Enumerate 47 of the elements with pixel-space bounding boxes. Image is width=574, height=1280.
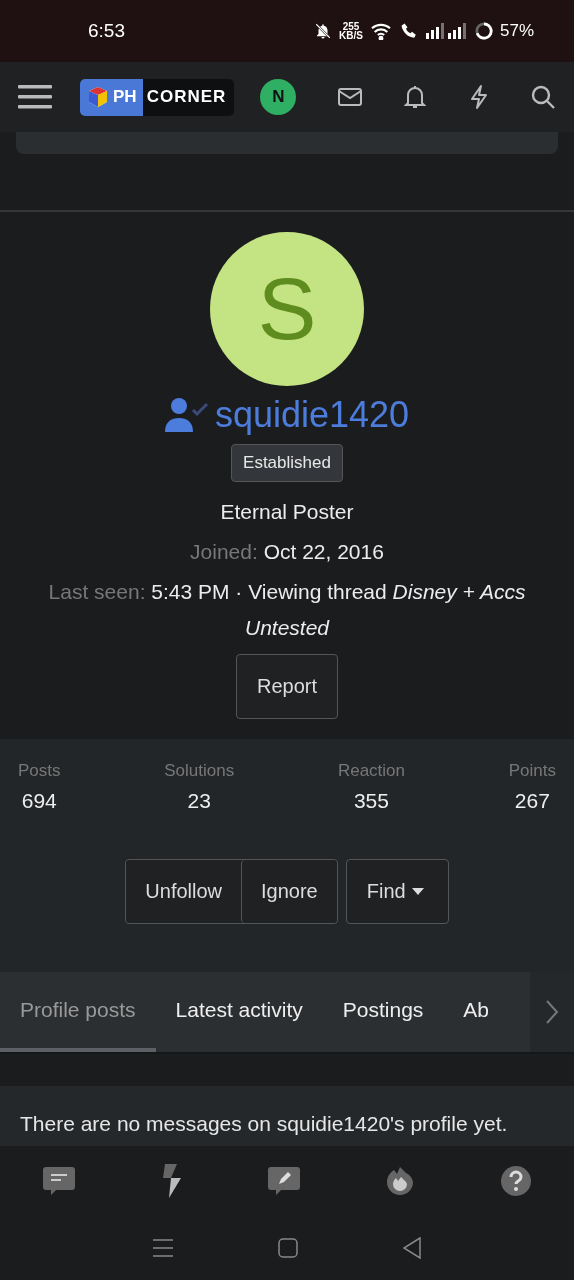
cube-icon: [86, 85, 110, 109]
battery-level: 57%: [499, 21, 534, 41]
stat-value: 694: [21, 789, 57, 813]
wifi-icon: [369, 22, 392, 40]
joined-label: Joined:: [190, 540, 258, 563]
search-icon[interactable]: [530, 84, 556, 110]
network-speed: 255 KB/S: [339, 22, 363, 40]
profile-tab[interactable]: Ab: [443, 972, 510, 1052]
stat-value: 267: [514, 789, 550, 813]
flame-icon[interactable]: [385, 1165, 416, 1197]
find-button[interactable]: Find: [345, 859, 449, 924]
stat-label: Points: [508, 761, 556, 781]
user-title: Eternal Poster: [220, 500, 354, 523]
bell-icon[interactable]: [403, 84, 428, 110]
stat-value: 355: [353, 789, 389, 813]
back-icon[interactable]: [402, 1237, 422, 1259]
home-icon[interactable]: [278, 1238, 298, 1258]
lightning-icon[interactable]: [160, 1164, 183, 1198]
empty-message: There are no messages on squidie1420's profile yet.: [0, 1086, 574, 1146]
report-button[interactable]: Report: [236, 654, 338, 719]
logo-text: CORNER: [145, 87, 228, 107]
chat-icon[interactable]: [42, 1165, 77, 1197]
stat-label: Posts: [18, 761, 61, 781]
profile-tab[interactable]: Postings: [322, 972, 444, 1052]
stat-value: 23: [187, 789, 211, 813]
user-banner: Established: [231, 444, 343, 482]
clock: 6:53: [88, 20, 126, 42]
mail-icon[interactable]: [336, 86, 363, 108]
caret-icon: [411, 888, 424, 895]
action-button[interactable]: Ignore: [241, 860, 337, 923]
battery-ring-icon: [474, 22, 493, 40]
bell-off-icon: [314, 22, 333, 40]
help-icon[interactable]: [499, 1165, 532, 1197]
site-logo[interactable]: PH CORNER: [80, 78, 235, 116]
profile-avatar: S: [210, 232, 364, 386]
profile-tab[interactable]: Latest activity: [155, 972, 323, 1052]
joined-date: Oct 22, 2016: [263, 540, 384, 563]
compose-icon[interactable]: [266, 1165, 301, 1197]
menu-icon[interactable]: [18, 84, 52, 110]
last-seen-text: 5:43 PM · Viewing thread Disney + Accs Untested: [151, 580, 526, 639]
user-avatar[interactable]: N: [260, 79, 297, 115]
signal-icon: [425, 23, 468, 39]
username[interactable]: squidie1420: [214, 394, 410, 436]
stat-label: Reaction: [337, 761, 405, 781]
stat-label: Solutions: [164, 761, 235, 781]
logo-text: PH: [113, 87, 137, 107]
last-seen-label: Last seen:: [48, 580, 146, 603]
